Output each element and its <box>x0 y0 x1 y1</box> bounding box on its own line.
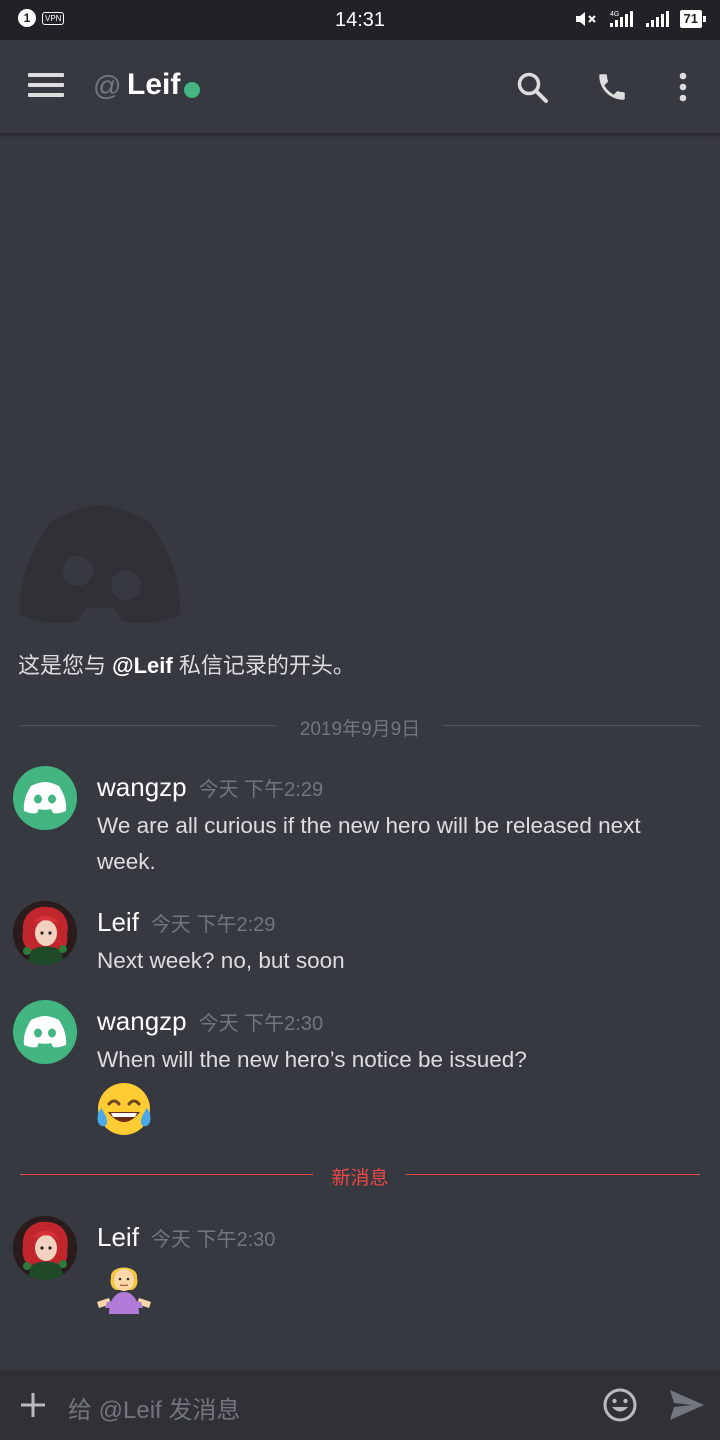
author-name[interactable]: wangzp <box>97 1006 187 1036</box>
message-text: We are all curious if the new hero will … <box>97 813 641 874</box>
message-input[interactable]: 给 @Leif 发消息 <box>68 1390 240 1425</box>
discord-logo-icon <box>23 782 67 814</box>
hamburger-icon-bar <box>28 83 64 87</box>
author-name[interactable]: Leif <box>97 907 139 937</box>
discord-logo-icon <box>23 1016 67 1048</box>
avatar[interactable] <box>13 1000 77 1064</box>
menu-button[interactable] <box>28 73 64 101</box>
plus-icon[interactable] <box>18 1390 48 1420</box>
character-portrait-icon <box>13 1216 77 1280</box>
svg-text:4G: 4G <box>610 11 619 18</box>
welcome-prefix: 这是您与 <box>18 653 113 678</box>
signal-4g-icon: 4G <box>609 11 633 27</box>
channel-title[interactable]: Leif <box>127 68 180 102</box>
author-name[interactable]: wangzp <box>97 772 187 802</box>
emoji-icon[interactable] <box>602 1387 638 1423</box>
welcome-mention[interactable]: @Leif <box>112 653 173 678</box>
date-divider: 2019年9月9日 <box>20 714 700 740</box>
message-author[interactable]: Leif 今天 下午2:30 <box>97 1222 275 1253</box>
hamburger-icon-bar <box>28 93 64 97</box>
message-author[interactable]: Leif 今天 下午2:29 <box>97 907 275 938</box>
avatar[interactable] <box>13 901 77 965</box>
date-divider-label: 2019年9月9日 <box>299 719 421 740</box>
send-icon[interactable] <box>668 1388 706 1422</box>
hamburger-icon-bar <box>28 73 64 77</box>
message-author[interactable]: wangzp 今天 下午2:30 <box>97 1006 323 1037</box>
at-icon: @ <box>93 70 122 101</box>
character-portrait-icon <box>13 901 77 965</box>
new-messages-label: 新消息 <box>331 1168 389 1189</box>
battery-indicator: 71 <box>679 10 707 28</box>
discord-logo-icon <box>19 505 181 623</box>
more-vertical-icon[interactable] <box>666 70 700 104</box>
author-name[interactable]: Leif <box>97 1222 139 1252</box>
mute-icon <box>575 12 596 26</box>
dm-beginning-text: 这是您与 @Leif 私信记录的开头。 <box>18 648 355 680</box>
avatar[interactable] <box>13 1216 77 1280</box>
search-icon[interactable] <box>515 70 549 104</box>
welcome-suffix: 私信记录的开头。 <box>172 653 355 678</box>
signal-bars-icon <box>645 11 669 27</box>
channel-header: @ Leif <box>0 40 720 133</box>
new-messages-divider: 新消息 <box>20 1163 700 1189</box>
message-timestamp: 今天 下午2:30 <box>150 1229 276 1251</box>
person-shrugging-icon <box>97 1267 151 1314</box>
message-author[interactable]: wangzp 今天 下午2:29 <box>97 772 323 803</box>
status-bar: 1 VPN 14:31 4G 71 <box>0 0 720 40</box>
phone-icon[interactable] <box>595 70 629 104</box>
message-timestamp: 今天 下午2:29 <box>198 779 324 801</box>
avatar[interactable] <box>13 766 77 830</box>
online-status-dot <box>184 82 200 98</box>
message-timestamp: 今天 下午2:30 <box>198 1013 324 1035</box>
face-with-tears-of-joy-icon <box>97 1083 151 1135</box>
message-timestamp: 今天 下午2:29 <box>150 914 276 936</box>
message-text: When will the new hero’s notice be issue… <box>97 1047 527 1072</box>
message-composer: 给 @Leif 发消息 <box>0 1370 720 1440</box>
message-text: Next week? no, but soon <box>97 948 345 973</box>
